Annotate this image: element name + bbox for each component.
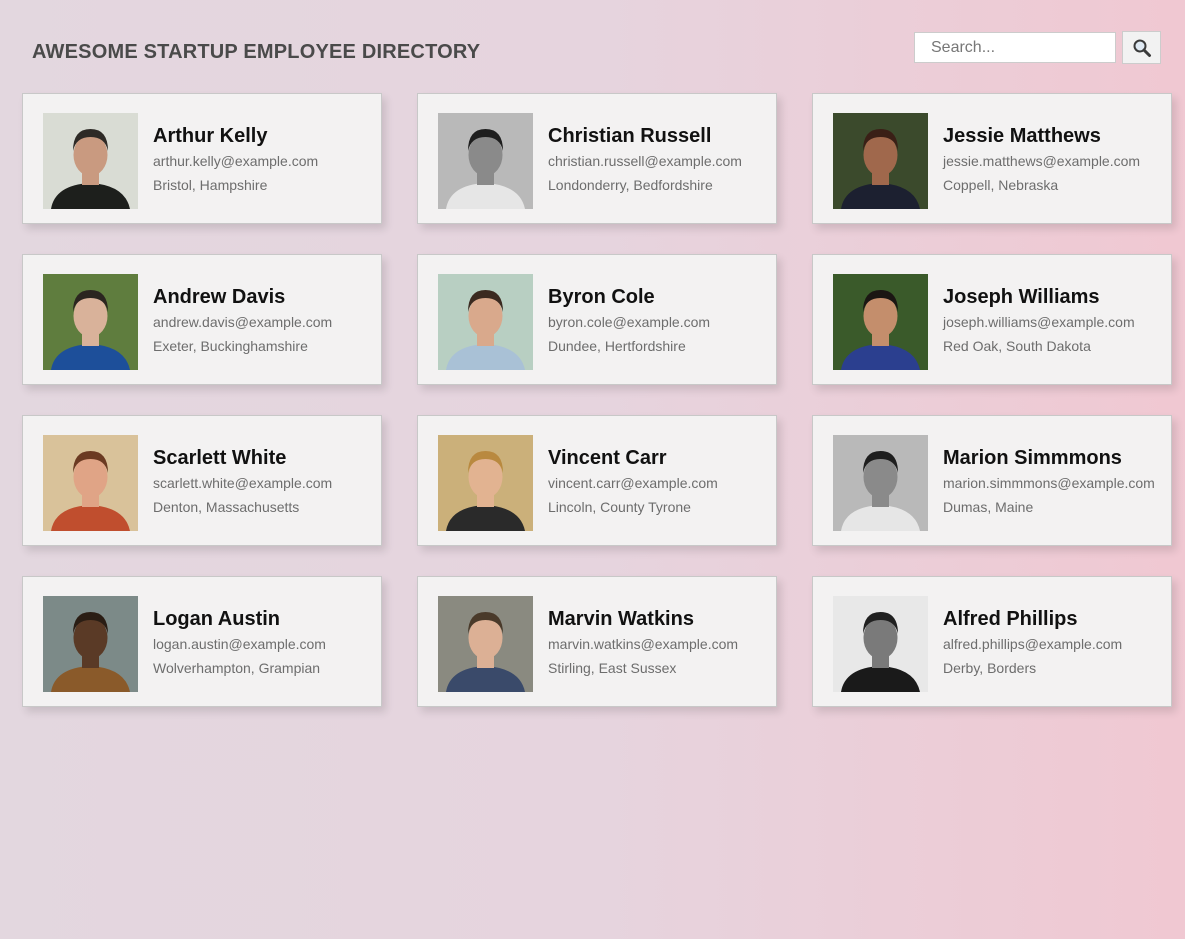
employee-info: Marion Simmmons marion.simmmons@example.… bbox=[943, 446, 1155, 516]
avatar bbox=[438, 274, 533, 370]
avatar bbox=[833, 274, 928, 370]
employee-name: Scarlett White bbox=[153, 447, 287, 469]
avatar bbox=[43, 435, 138, 531]
employee-email: marvin.watkins@example.com bbox=[548, 636, 739, 652]
employee-info: Scarlett White scarlett.white@example.co… bbox=[153, 446, 332, 516]
employee-info: Vincent Carr vincent.carr@example.com Li… bbox=[548, 446, 718, 516]
employee-card[interactable]: Jessie Matthews jessie.matthews@example.… bbox=[812, 93, 1172, 224]
avatar bbox=[438, 596, 533, 692]
employee-card[interactable]: Alfred Phillips alfred.phillips@example.… bbox=[812, 576, 1172, 707]
employee-location: Coppell, Nebraska bbox=[943, 177, 1059, 193]
employee-info: Arthur Kelly arthur.kelly@example.com Br… bbox=[153, 124, 318, 194]
avatar bbox=[833, 113, 928, 209]
avatar bbox=[438, 435, 533, 531]
page-title: AWESOME STARTUP EMPLOYEE DIRECTORY bbox=[32, 41, 481, 63]
employee-email: logan.austin@example.com bbox=[153, 636, 326, 652]
employee-name: Arthur Kelly bbox=[153, 125, 268, 147]
employee-location: Dumas, Maine bbox=[943, 499, 1034, 515]
employee-card[interactable]: Byron Cole byron.cole@example.com Dundee… bbox=[417, 254, 777, 385]
employee-info: Byron Cole byron.cole@example.com Dundee… bbox=[548, 285, 710, 355]
employee-email: andrew.davis@example.com bbox=[153, 314, 333, 330]
employee-name: Byron Cole bbox=[548, 286, 655, 308]
employee-email: alfred.phillips@example.com bbox=[943, 636, 1123, 652]
employee-location: Dundee, Hertfordshire bbox=[548, 338, 686, 354]
employee-card[interactable]: Andrew Davis andrew.davis@example.com Ex… bbox=[22, 254, 382, 385]
employee-email: joseph.williams@example.com bbox=[943, 314, 1135, 330]
employee-info: Joseph Williams joseph.williams@example.… bbox=[943, 285, 1135, 355]
employee-card[interactable]: Christian Russell christian.russell@exam… bbox=[417, 93, 777, 224]
employee-card[interactable]: Joseph Williams joseph.williams@example.… bbox=[812, 254, 1172, 385]
employee-email: arthur.kelly@example.com bbox=[153, 153, 319, 169]
employee-name: Marvin Watkins bbox=[548, 608, 694, 630]
search-bar bbox=[914, 31, 1161, 64]
employee-email: christian.russell@example.com bbox=[548, 153, 742, 169]
avatar bbox=[43, 113, 138, 209]
avatar bbox=[43, 596, 138, 692]
employee-email: marion.simmmons@example.com bbox=[943, 475, 1155, 491]
employee-info: Alfred Phillips alfred.phillips@example.… bbox=[943, 607, 1122, 677]
employee-card[interactable]: Vincent Carr vincent.carr@example.com Li… bbox=[417, 415, 777, 546]
employee-info: Andrew Davis andrew.davis@example.com Ex… bbox=[153, 285, 332, 355]
employee-location: Exeter, Buckinghamshire bbox=[153, 338, 308, 354]
employee-card[interactable]: Marvin Watkins marvin.watkins@example.co… bbox=[417, 576, 777, 707]
employee-location: Londonderry, Bedfordshire bbox=[548, 177, 713, 193]
employee-name: Vincent Carr bbox=[548, 447, 667, 469]
employee-info: Logan Austin logan.austin@example.com Wo… bbox=[153, 607, 326, 677]
employee-name: Jessie Matthews bbox=[943, 125, 1101, 147]
search-button[interactable] bbox=[1122, 31, 1161, 64]
avatar bbox=[43, 274, 138, 370]
employee-email: scarlett.white@example.com bbox=[153, 475, 333, 491]
employee-card[interactable]: Scarlett White scarlett.white@example.co… bbox=[22, 415, 382, 546]
employee-location: Derby, Borders bbox=[943, 660, 1037, 676]
avatar bbox=[438, 113, 533, 209]
employee-info: Jessie Matthews jessie.matthews@example.… bbox=[943, 124, 1140, 194]
employee-email: jessie.matthews@example.com bbox=[943, 153, 1141, 169]
employee-name: Christian Russell bbox=[548, 125, 712, 147]
employee-email: vincent.carr@example.com bbox=[548, 475, 718, 491]
employee-info: Christian Russell christian.russell@exam… bbox=[548, 124, 742, 194]
employee-card[interactable]: Logan Austin logan.austin@example.com Wo… bbox=[22, 576, 382, 707]
employee-location: Bristol, Hampshire bbox=[153, 177, 268, 193]
employee-email: byron.cole@example.com bbox=[548, 314, 711, 330]
avatar bbox=[833, 596, 928, 692]
employee-location: Red Oak, South Dakota bbox=[943, 338, 1091, 354]
employee-card[interactable]: Marion Simmmons marion.simmmons@example.… bbox=[812, 415, 1172, 546]
employee-location: Wolverhampton, Grampian bbox=[153, 660, 321, 676]
employee-name: Andrew Davis bbox=[153, 286, 286, 308]
employee-location: Stirling, East Sussex bbox=[548, 660, 677, 676]
employee-location: Lincoln, County Tyrone bbox=[548, 499, 691, 515]
employee-name: Alfred Phillips bbox=[943, 608, 1078, 630]
employee-name: Logan Austin bbox=[153, 608, 281, 630]
employee-card[interactable]: Arthur Kelly arthur.kelly@example.com Br… bbox=[22, 93, 382, 224]
employee-name: Joseph Williams bbox=[943, 286, 1100, 308]
employee-name: Marion Simmmons bbox=[943, 447, 1122, 469]
employee-location: Denton, Massachusetts bbox=[153, 499, 300, 515]
search-input[interactable] bbox=[914, 32, 1116, 63]
avatar bbox=[833, 435, 928, 531]
search-icon bbox=[1133, 39, 1151, 57]
employee-grid: Arthur Kelly arthur.kelly@example.com Br… bbox=[22, 93, 1172, 707]
employee-info: Marvin Watkins marvin.watkins@example.co… bbox=[548, 607, 738, 677]
